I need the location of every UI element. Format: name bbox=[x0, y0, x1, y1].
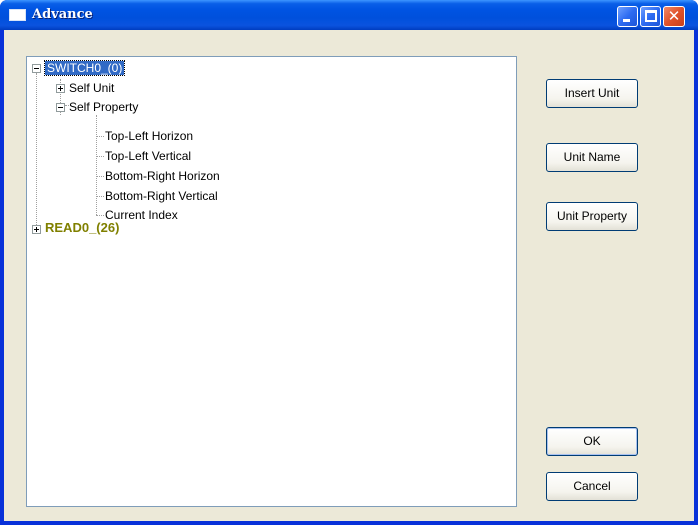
tree-connector bbox=[96, 136, 104, 137]
advance-dialog: Advance ✕ SWITCH0_(0) Self Unit Self Pro… bbox=[0, 0, 698, 525]
title-bar[interactable]: Advance ✕ bbox=[0, 0, 698, 30]
ok-button[interactable]: OK bbox=[546, 427, 638, 456]
collapse-icon[interactable] bbox=[32, 64, 41, 73]
expand-icon[interactable] bbox=[56, 84, 65, 93]
close-button[interactable]: ✕ bbox=[663, 6, 685, 27]
tree-node-top-left-vertical[interactable]: Top-Left Vertical bbox=[105, 147, 191, 165]
unit-property-button[interactable]: Unit Property bbox=[546, 202, 638, 231]
collapse-icon[interactable] bbox=[56, 103, 65, 112]
tree-connector bbox=[96, 215, 104, 216]
maximize-icon bbox=[645, 10, 657, 22]
tree-node-bottom-right-horizon[interactable]: Bottom-Right Horizon bbox=[105, 167, 220, 185]
tree-node-switch0[interactable]: SWITCH0_(0) bbox=[43, 59, 126, 77]
expand-icon[interactable] bbox=[32, 225, 41, 234]
minimize-button[interactable] bbox=[617, 6, 638, 27]
tree-node-label: SWITCH0_(0) bbox=[43, 60, 126, 76]
tree-node-read0[interactable]: READ0_(26) bbox=[45, 219, 119, 237]
tree-node-label: Self Unit bbox=[69, 81, 115, 95]
tree-node-label: Bottom-Right Horizon bbox=[105, 169, 220, 183]
tree-node-self-property[interactable]: Self Property bbox=[69, 98, 138, 116]
tree-node-label: Top-Left Vertical bbox=[105, 149, 192, 163]
tree-node-label: Top-Left Horizon bbox=[105, 129, 194, 143]
tree-node-top-left-horizon[interactable]: Top-Left Horizon bbox=[105, 127, 193, 145]
tree-connector-root bbox=[36, 73, 37, 227]
tree-connector bbox=[96, 176, 104, 177]
tree-connector-level2 bbox=[96, 115, 97, 215]
tree-connector bbox=[96, 196, 104, 197]
minimize-icon bbox=[623, 19, 630, 22]
window-title: Advance bbox=[32, 7, 93, 22]
close-icon: ✕ bbox=[667, 7, 681, 25]
tree-node-bottom-right-vertical[interactable]: Bottom-Right Vertical bbox=[105, 187, 218, 205]
maximize-button[interactable] bbox=[640, 6, 661, 27]
tree-node-label: Self Property bbox=[69, 100, 139, 114]
insert-unit-button[interactable]: Insert Unit bbox=[546, 79, 638, 108]
dialog-client-area: SWITCH0_(0) Self Unit Self Property Top-… bbox=[4, 30, 694, 521]
cancel-button[interactable]: Cancel bbox=[546, 472, 638, 501]
window-icon bbox=[9, 9, 26, 21]
tree-connector bbox=[96, 156, 104, 157]
tree-node-label: Bottom-Right Vertical bbox=[105, 189, 218, 203]
tree-node-self-unit[interactable]: Self Unit bbox=[69, 79, 114, 97]
unit-tree-view[interactable]: SWITCH0_(0) Self Unit Self Property Top-… bbox=[26, 56, 517, 507]
unit-name-button[interactable]: Unit Name bbox=[546, 143, 638, 172]
tree-node-label: READ0_(26) bbox=[45, 220, 120, 235]
